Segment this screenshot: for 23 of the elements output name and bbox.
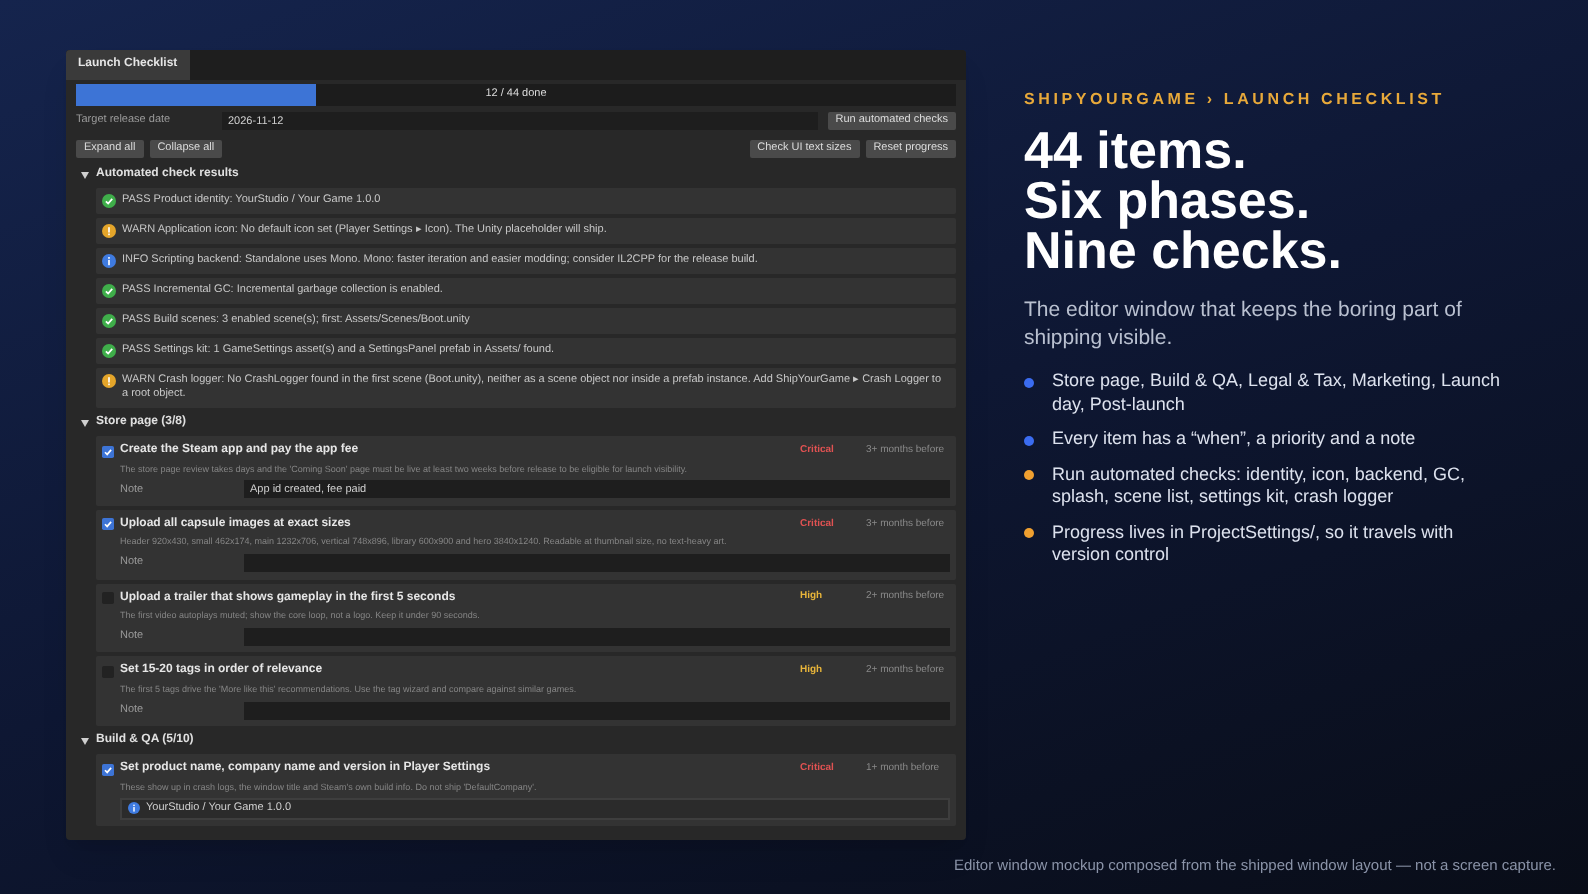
expanded-caret-icon[interactable] [80,417,90,427]
bullet-text: Progress lives in ProjectSettings/, so it travels with version control [1052,521,1456,567]
headline: Nine checks. [1024,226,1344,276]
eyebrow-label: SHIPYOURGAME › LAUNCH CHECKLIST [1024,88,1447,112]
info-icon [102,254,116,268]
headline: 44 items. [1024,126,1249,176]
info-icon [128,802,140,815]
warning-icon [102,224,116,238]
checkbox[interactable] [102,445,114,457]
check-icon [102,314,116,328]
check-icon [102,344,116,358]
check-icon [102,284,116,298]
check-icon [102,194,116,208]
expanded-caret-icon[interactable] [80,735,90,745]
expanded-caret-icon[interactable] [80,169,90,179]
bullet-text: Every item has a “when”, a priority and a note [1052,428,1418,451]
lede-text: The editor window that keeps the boring part of shipping visible. [1024,296,1464,352]
bullet-text: Store page, Build & QA, Legal & Tax, Marketing, Launch day, Post-launch [1052,370,1502,416]
checkbox[interactable] [102,518,114,531]
bullet-text: Run automated checks: identity, icon, backend, GC, splash, scene list, settings kit, crash logger [1052,463,1467,509]
warning-icon [102,374,116,388]
headline: Six phases. [1024,176,1313,226]
checkbox[interactable] [102,763,114,775]
